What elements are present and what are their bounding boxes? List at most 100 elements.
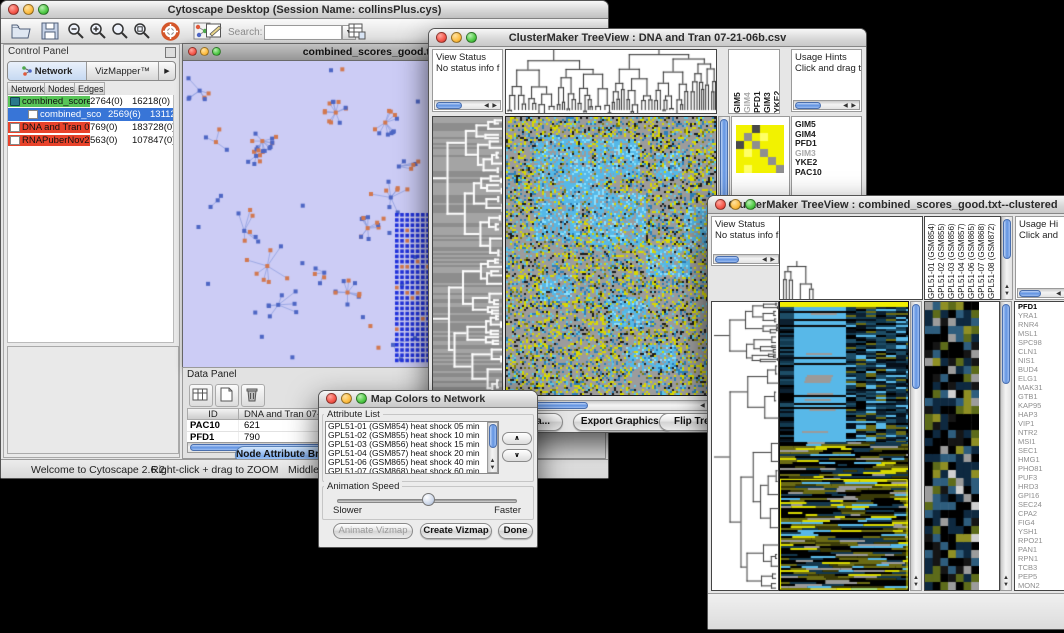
gene-label[interactable]: NIS1	[1018, 356, 1064, 365]
listbox-vscrollbar[interactable]: ▲▼	[487, 422, 498, 473]
minimize-icon[interactable]	[451, 32, 462, 43]
zoom-heatmap-panel[interactable]	[924, 301, 1000, 591]
treeview2-titlebar[interactable]: ClusterMaker TreeView : combined_scores_…	[708, 196, 1064, 214]
gene-list-vscrollbar[interactable]: ▲▼	[1000, 301, 1012, 591]
view-status-hscrollbar[interactable]: ◀ ▶	[434, 100, 501, 110]
gene-label[interactable]: YSH1	[1018, 527, 1064, 536]
tab-vizmapper[interactable]: VizMapper™	[87, 62, 159, 80]
heatmap-vscrollbar[interactable]: ▲▼	[910, 301, 922, 591]
gene-label[interactable]: CPA2	[1018, 509, 1064, 518]
column-header-id[interactable]: ID	[187, 408, 239, 420]
float-panel-icon[interactable]	[165, 47, 176, 58]
zoom-window-icon[interactable]	[38, 4, 49, 15]
tab-network[interactable]: Network	[8, 62, 87, 80]
dialog-titlebar[interactable]: Map Colors to Network	[319, 391, 537, 408]
zoom-in-icon[interactable]	[89, 22, 109, 41]
column-label[interactable]: GPL51-03 (GSM856)	[947, 217, 957, 299]
attribute-select-icon[interactable]	[189, 384, 213, 407]
delete-attribute-trash-icon[interactable]	[241, 384, 265, 407]
gene-label[interactable]: GPI16	[1018, 491, 1064, 500]
network-overview-thumbnail[interactable]	[7, 346, 179, 454]
zoom-window-icon[interactable]	[212, 47, 221, 56]
gene-label[interactable]: HMG1	[1018, 455, 1064, 464]
gene-label[interactable]: GTB1	[1018, 392, 1064, 401]
gene-label[interactable]: MON2	[1018, 581, 1064, 590]
zoom-window-icon[interactable]	[356, 393, 367, 404]
close-icon[interactable]	[326, 393, 337, 404]
search-input[interactable]: ▼	[264, 25, 342, 40]
move-down-button[interactable]: ∨	[502, 449, 532, 462]
gene-label[interactable]: ELG1	[1018, 374, 1064, 383]
column-label[interactable]: GPL51-07 (GSM868)	[977, 217, 987, 299]
gene-label[interactable]: PHO81	[1018, 464, 1064, 473]
minimize-icon[interactable]	[730, 199, 741, 210]
gene-label[interactable]: PAC10	[795, 168, 861, 178]
gene-label[interactable]: BUD4	[1018, 365, 1064, 374]
network-table-row[interactable]: DNA and Tran 07 769(0) 183728(0)	[8, 121, 173, 134]
close-icon[interactable]	[436, 32, 447, 43]
column-label[interactable]: PFD1	[752, 50, 762, 113]
close-icon[interactable]	[715, 199, 726, 210]
gene-label[interactable]: RNR4	[1018, 320, 1064, 329]
array-dendrogram-panel[interactable]	[505, 49, 717, 114]
gene-label[interactable]: SEC1	[1018, 446, 1064, 455]
zoom-selected-icon[interactable]	[111, 22, 131, 41]
gene-label[interactable]: SEC24	[1018, 500, 1064, 509]
column-label[interactable]: YKE2	[772, 50, 780, 113]
attribute-listbox[interactable]: GPL51-01 (GSM854) heat shock 05 minGPL51…	[325, 421, 499, 474]
global-heatmap-canvas[interactable]	[779, 301, 909, 591]
save-icon[interactable]	[41, 22, 61, 41]
gene-label[interactable]: KAP95	[1018, 401, 1064, 410]
column-label[interactable]: GPL51-01 (GSM854)	[927, 217, 937, 299]
column-label[interactable]: GIM3	[762, 50, 772, 113]
open-folder-icon[interactable]	[11, 22, 31, 41]
gene-label[interactable]: RPO21	[1018, 536, 1064, 545]
close-icon[interactable]	[188, 47, 197, 56]
gene-dendrogram-panel[interactable]	[432, 116, 503, 396]
gene-label[interactable]: PAN1	[1018, 545, 1064, 554]
array-dendrogram-panel[interactable]	[779, 216, 923, 300]
gene-label[interactable]: TCB3	[1018, 563, 1064, 572]
gene-label[interactable]: SPC98	[1018, 338, 1064, 347]
column-label[interactable]: GIM4	[742, 50, 752, 113]
usage-hints-hscrollbar[interactable]: ◀ ▶	[1017, 288, 1064, 298]
gene-label[interactable]: CLN1	[1018, 347, 1064, 356]
minimize-icon[interactable]	[341, 393, 352, 404]
gene-label[interactable]: MAK31	[1018, 383, 1064, 392]
attribute-list-item[interactable]: GPL51-07 (GSM868) heat shock 60 min	[326, 467, 498, 474]
new-attribute-icon[interactable]	[215, 384, 239, 407]
dialog-button[interactable]: Animate Vizmap	[333, 523, 413, 539]
dialog-button[interactable]: Create Vizmap	[420, 523, 492, 539]
column-label[interactable]: GPL51-04 (GSM857)	[957, 217, 967, 299]
treeview1-titlebar[interactable]: ClusterMaker TreeView : DNA and Tran 07-…	[429, 29, 866, 47]
gene-label[interactable]: MSL1	[1018, 329, 1064, 338]
main-titlebar[interactable]: Cytoscape Desktop (Session Name: collins…	[1, 1, 608, 19]
network-table-row[interactable]: combined_sco 2569(6) 13112(15)	[8, 108, 173, 121]
gene-label[interactable]: PEP5	[1018, 572, 1064, 581]
zoom-fit-icon[interactable]	[133, 22, 153, 41]
column-label[interactable]: GPL51-06 (GSM865)	[967, 217, 977, 299]
minimize-icon[interactable]	[23, 4, 34, 15]
column-label[interactable]: GPL51-02 (GSM855)	[937, 217, 947, 299]
network-table-row[interactable]: combined_scores 2764(0) 16218(0)	[8, 95, 173, 108]
global-heatmap-canvas[interactable]	[505, 116, 717, 396]
annotation-icon[interactable]	[205, 22, 225, 41]
usage-hints-hscrollbar[interactable]: ◀ ▶	[793, 100, 860, 110]
network-table-row[interactable]: RNAPuberNov2+ 563(0) 107847(0)	[8, 134, 173, 147]
slider-thumb[interactable]	[422, 493, 435, 506]
gene-label[interactable]: FIG4	[1018, 518, 1064, 527]
gene-label[interactable]: HRD3	[1018, 482, 1064, 491]
zoom-window-icon[interactable]	[466, 32, 477, 43]
close-icon[interactable]	[8, 4, 19, 15]
gene-label[interactable]: YRA1	[1018, 311, 1064, 320]
gene-label[interactable]: VIP1	[1018, 419, 1064, 428]
view-status-hscrollbar[interactable]: ◀ ▶	[713, 254, 779, 264]
gene-label[interactable]: PFD1	[1018, 302, 1064, 311]
help-lifering-icon[interactable]	[161, 22, 181, 41]
gene-label[interactable]: NTR2	[1018, 428, 1064, 437]
column-label[interactable]: GPL51-08 (GSM872)	[987, 217, 997, 299]
dialog-button[interactable]: Done	[498, 523, 533, 539]
gene-label[interactable]: RPN1	[1018, 554, 1064, 563]
move-up-button[interactable]: ∧	[502, 432, 532, 445]
column-label[interactable]: GIM5	[732, 50, 742, 113]
